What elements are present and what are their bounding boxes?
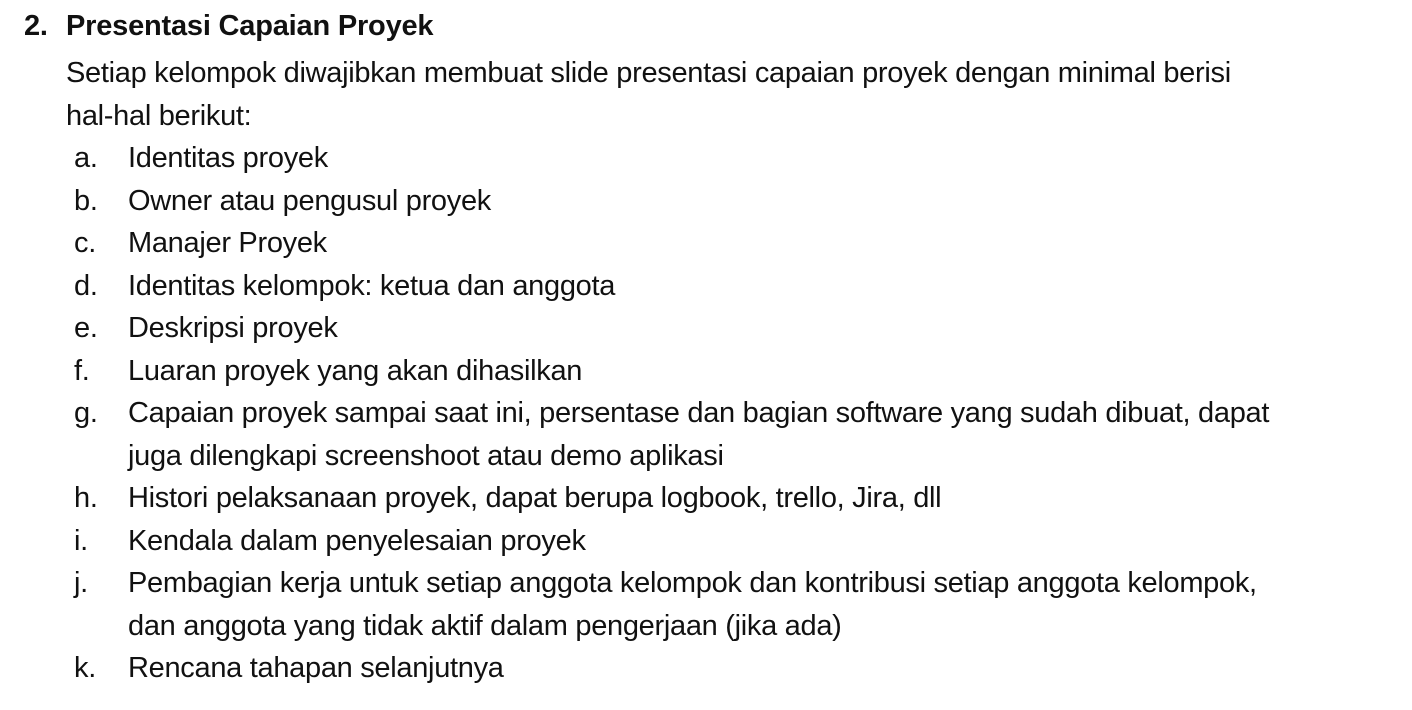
list-marker: c. (74, 227, 96, 259)
list-item-text: Luaran proyek yang akan dihasilkan (128, 354, 583, 387)
list-marker: i. (74, 524, 88, 557)
list-item-text: Rencana tahapan selanjutnya (128, 652, 504, 684)
list-marker: d. (74, 269, 98, 302)
section-title: Presentasi Capaian Proyek (66, 10, 434, 42)
list-item: j. Pembagian kerja untuk setiap anggota … (74, 562, 1404, 647)
list-marker: e. (74, 312, 98, 344)
list-item: e. Deskripsi proyek (74, 307, 1404, 350)
section-number: 2. (24, 10, 48, 42)
list-marker: h. (74, 482, 98, 514)
section-intro: Setiap kelompok diwajibkan membuat slide… (66, 52, 1396, 137)
list-item-text: Capaian proyek sampai saat ini, persenta… (128, 397, 1270, 472)
list-marker: g. (74, 397, 98, 429)
document-page: 2. Presentasi Capaian Proyek Setiap kelo… (0, 0, 1412, 710)
requirements-list: a. Identitas proyek b. Owner atau pengus… (74, 137, 1404, 690)
list-item: k. Rencana tahapan selanjutnya (74, 647, 1404, 690)
list-item: a. Identitas proyek (74, 137, 1404, 180)
list-item: f. Luaran proyek yang akan dihasilkan (74, 350, 1404, 393)
list-item: i. Kendala dalam penyelesaian proyek (74, 520, 1404, 563)
list-item: g. Capaian proyek sampai saat ini, perse… (74, 392, 1404, 477)
list-marker: j. (74, 567, 88, 599)
list-item-text: Identitas kelompok: ketua dan anggota (128, 269, 616, 302)
list-marker: k. (74, 652, 96, 684)
section-heading: 2. Presentasi Capaian Proyek (24, 10, 434, 50)
list-item: c. Manajer Proyek (74, 222, 1404, 265)
intro-text: Setiap kelompok diwajibkan membuat slide… (66, 57, 1231, 132)
list-marker: f. (74, 354, 90, 387)
list-marker: b. (74, 184, 98, 217)
list-item-text: Identitas proyek (128, 142, 328, 174)
list-marker: a. (74, 142, 98, 174)
list-item-text: Deskripsi proyek (128, 312, 338, 344)
list-item: h. Histori pelaksanaan proyek, dapat ber… (74, 477, 1404, 520)
list-item: d. Identitas kelompok: ketua dan anggota (74, 265, 1404, 308)
list-item: b. Owner atau pengusul proyek (74, 180, 1404, 223)
list-item-text: Histori pelaksanaan proyek, dapat berupa… (128, 482, 942, 514)
list-item-text: Manajer Proyek (128, 227, 327, 259)
list-item-text: Kendala dalam penyelesaian proyek (128, 524, 586, 557)
list-item-text: Owner atau pengusul proyek (128, 184, 491, 217)
list-item-text: Pembagian kerja untuk setiap anggota kel… (128, 567, 1257, 642)
